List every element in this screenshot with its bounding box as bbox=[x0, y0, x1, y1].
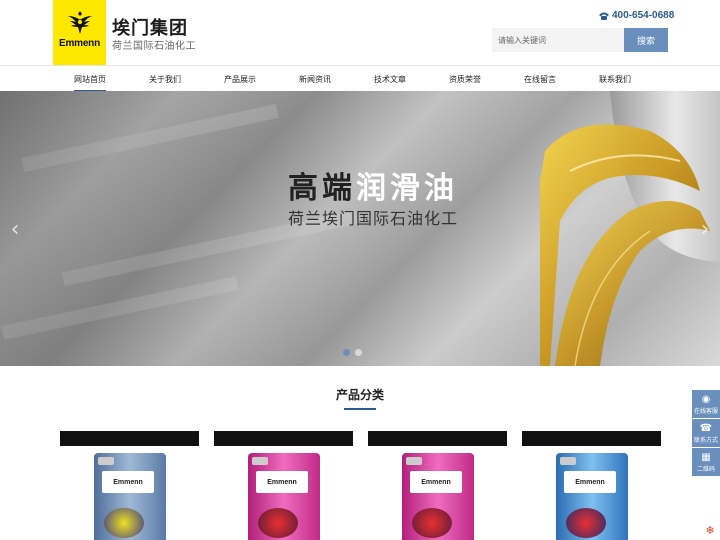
can-cap bbox=[98, 457, 114, 465]
motorbike-graphic bbox=[104, 508, 144, 538]
banner-title: 高端润滑油 bbox=[288, 163, 458, 207]
side-qrcode[interactable]: ▦ 二维码 bbox=[692, 448, 720, 476]
section-title: 产品分类 bbox=[335, 388, 384, 402]
can-cap bbox=[406, 457, 422, 465]
product-card[interactable]: Emmenn bbox=[60, 431, 199, 540]
eagle-icon bbox=[67, 11, 92, 34]
can-cap bbox=[252, 457, 268, 465]
side-online-service[interactable]: ◉ 在线客服 bbox=[692, 390, 720, 418]
product-card[interactable]: Emmenn bbox=[368, 431, 507, 540]
phone-icon: ☎ bbox=[699, 422, 713, 434]
banner-title-dark: 高端 bbox=[288, 171, 356, 206]
flame-icon[interactable]: ❄ bbox=[700, 520, 720, 540]
banner-prev-arrow[interactable]: ‹ bbox=[8, 216, 22, 242]
nav-item-products[interactable]: 产品展示 bbox=[210, 66, 270, 92]
slide-dot-active[interactable] bbox=[343, 349, 350, 356]
nav-item-contact[interactable]: 联系我们 bbox=[585, 66, 645, 92]
product-card[interactable]: Emmenn bbox=[522, 431, 661, 540]
phone-contact[interactable]: 400-654-0688 bbox=[598, 10, 674, 21]
banner-next-arrow[interactable]: › bbox=[698, 216, 712, 242]
oil-can-image: Emmenn bbox=[94, 453, 166, 540]
banner-subtitle: 荷兰埃门国际石油化工 bbox=[288, 209, 459, 228]
card-header-bar bbox=[60, 431, 199, 446]
phone-number: 400-654-0688 bbox=[612, 10, 675, 21]
can-brand: Emmenn bbox=[256, 471, 308, 493]
nav-item-message[interactable]: 在线留言 bbox=[510, 66, 570, 92]
brand-subtitle: 荷兰国际石油化工 bbox=[112, 41, 196, 52]
card-header-bar bbox=[368, 431, 507, 446]
hero-banner[interactable]: 高端润滑油 荷兰埃门国际石油化工 ‹ › bbox=[0, 91, 720, 366]
nav-item-honors[interactable]: 资质荣誉 bbox=[435, 66, 495, 92]
can-brand: Emmenn bbox=[410, 471, 462, 493]
nav-item-about[interactable]: 关于我们 bbox=[135, 66, 195, 92]
banner-title-light: 润滑油 bbox=[356, 171, 458, 206]
search-button[interactable]: 搜索 bbox=[624, 28, 668, 52]
card-header-bar bbox=[214, 431, 353, 446]
card-header-bar bbox=[522, 431, 661, 446]
side-contact-label: 联系方式 bbox=[693, 436, 718, 444]
can-cap bbox=[560, 457, 576, 465]
can-brand: Emmenn bbox=[564, 471, 616, 493]
phone-icon bbox=[599, 12, 609, 20]
section-title-underline bbox=[344, 408, 376, 410]
slide-dot[interactable] bbox=[355, 349, 362, 356]
logo[interactable]: Emmenn bbox=[53, 0, 106, 65]
oil-can-image: Emmenn bbox=[248, 453, 320, 540]
motorbike-graphic bbox=[412, 508, 452, 538]
search-input[interactable] bbox=[492, 28, 624, 52]
side-online-service-label: 在线客服 bbox=[693, 407, 718, 415]
nav-item-news[interactable]: 新闻资讯 bbox=[285, 66, 345, 92]
can-brand: Emmenn bbox=[102, 471, 154, 493]
side-qrcode-label: 二维码 bbox=[696, 465, 715, 473]
chat-icon: ◉ bbox=[701, 393, 711, 405]
oil-can-image: Emmenn bbox=[556, 453, 628, 540]
nav-item-home[interactable]: 网站首页 bbox=[60, 66, 120, 92]
page: Emmenn 埃门集团 荷兰国际石油化工 400-654-0688 搜索 网站首… bbox=[0, 0, 720, 540]
main-nav: 网站首页 关于我们 产品展示 新闻资讯 技术文章 资质荣誉 在线留言 联系我们 bbox=[0, 65, 720, 92]
side-contact[interactable]: ☎ 联系方式 bbox=[692, 419, 720, 447]
oil-pour-illustration bbox=[540, 91, 720, 366]
product-card[interactable]: Emmenn bbox=[214, 431, 353, 540]
nav-item-tech[interactable]: 技术文章 bbox=[360, 66, 420, 92]
logo-text: Emmenn bbox=[58, 38, 101, 49]
motorbike-graphic bbox=[258, 508, 298, 538]
motorbike-graphic bbox=[566, 508, 606, 538]
header: Emmenn 埃门集团 荷兰国际石油化工 400-654-0688 搜索 bbox=[0, 0, 720, 65]
qrcode-icon: ▦ bbox=[701, 451, 711, 463]
oil-can-image: Emmenn bbox=[402, 453, 474, 540]
